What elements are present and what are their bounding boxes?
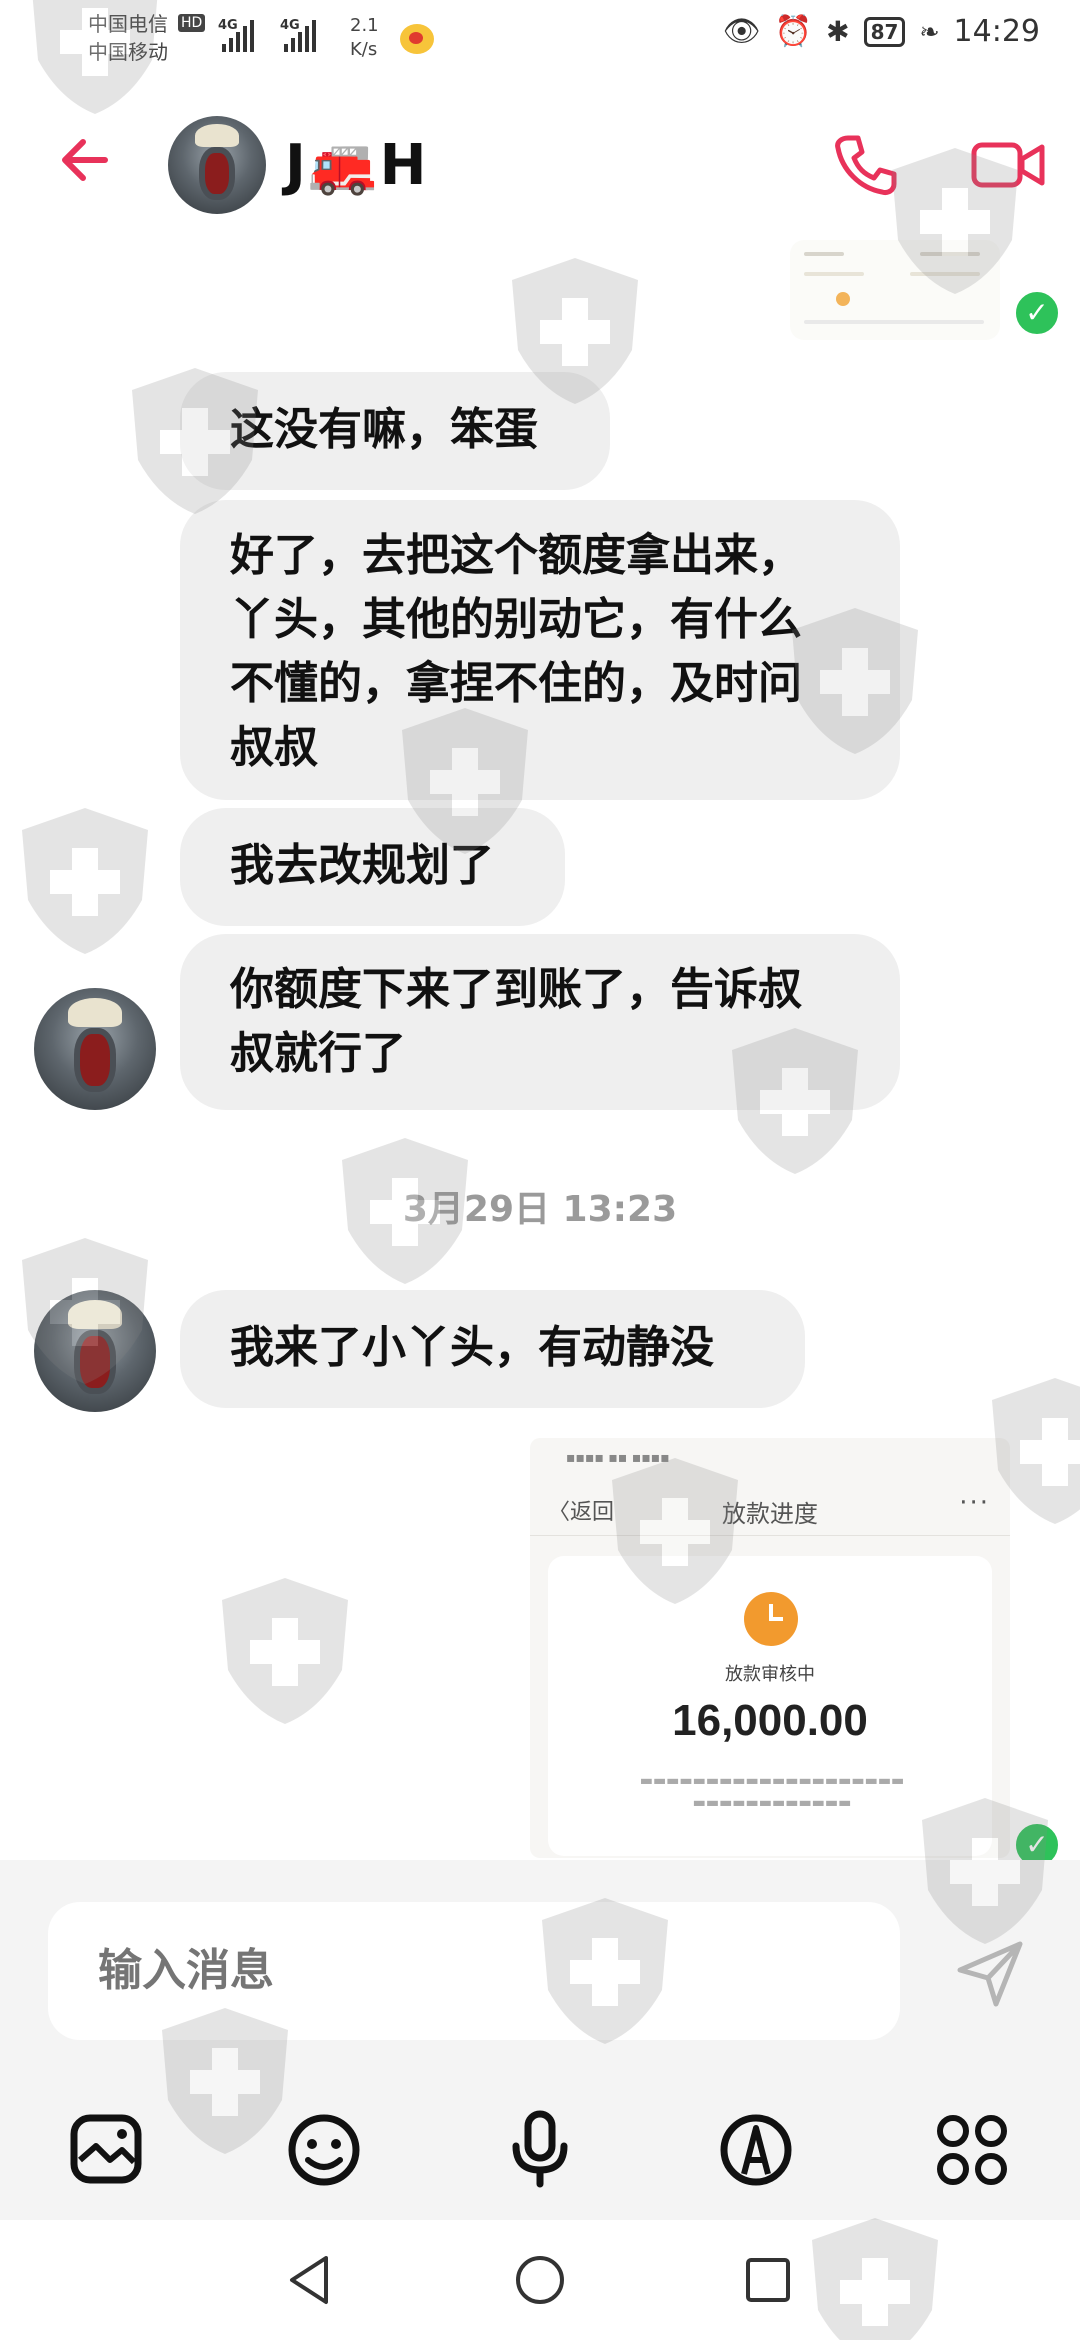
speed-unit: K/s	[350, 39, 378, 60]
sender-avatar[interactable]	[34, 1290, 156, 1412]
nav-home-button[interactable]	[510, 2250, 570, 2310]
message-bubble[interactable]: 你额度下来了到账了，告诉叔 叔就行了	[180, 934, 900, 1110]
hd-badge: HD	[178, 14, 206, 32]
call-button[interactable]	[830, 130, 900, 200]
carrier-info: 中国电信 中国移动	[88, 10, 168, 66]
apps-grid-icon	[937, 2115, 1007, 2185]
screenshot-card: 放款审核中 16,000.00 ▬▬▬▬▬▬▬▬▬▬▬▬▬▬▬▬▬▬▬▬ ▬▬▬▬…	[548, 1556, 992, 1856]
screenshot-status-label: 放款审核中	[725, 1664, 815, 1685]
sent-check-icon: ✓	[1012, 288, 1062, 338]
nav-back-button[interactable]	[280, 2250, 340, 2310]
clock-time: 14:29	[953, 14, 1040, 49]
screenshot-title: 放款进度	[722, 1500, 818, 1528]
message-text: 叔叔	[230, 722, 318, 773]
send-button[interactable]	[950, 1934, 1030, 2014]
screenshot-more: ···	[959, 1488, 990, 1518]
phone-icon	[835, 135, 897, 195]
triangle-back-icon	[290, 2256, 328, 2304]
voice-button[interactable]	[498, 2108, 582, 2192]
message-text: 丫头，其他的别动它，有什么	[230, 594, 802, 645]
message-timestamp: 3月29日 13:23	[402, 1189, 678, 1230]
chat-header: J🚒H	[0, 90, 1080, 240]
message-text: 好了，去把这个额度拿出来，	[230, 530, 802, 581]
more-apps-button[interactable]	[930, 2108, 1014, 2192]
bluetooth-icon: ✱	[826, 15, 850, 48]
message-text: 这没有嘛，笨蛋	[230, 404, 538, 455]
message-bubble[interactable]: 好了，去把这个额度拿出来， 丫头，其他的别动它，有什么 不懂的，拿捏不住的，及时…	[180, 500, 900, 800]
message-text: 我来了小丫头，有动静没	[230, 1322, 714, 1373]
watermark-shield-icon	[222, 1578, 348, 1724]
back-button[interactable]	[55, 130, 115, 190]
arrow-left-icon	[62, 139, 108, 181]
leaf-icon: ❧	[919, 17, 940, 46]
message-text: 你额度下来了到账了，告诉叔	[230, 964, 802, 1015]
signal-icon-2	[284, 18, 316, 52]
status-bar: 中国电信 中国移动 HD 4G 4G 2.1 K/s 👁 ⏰ ✱ 87 ❧ 14…	[0, 0, 1080, 80]
video-call-button[interactable]	[970, 135, 1048, 195]
network-speed: 2.1 K/s	[350, 14, 379, 62]
sender-avatar[interactable]	[34, 988, 156, 1110]
clock-icon	[744, 1592, 798, 1646]
carrier-1: 中国电信	[88, 12, 168, 36]
sent-image-thumbnail[interactable]	[790, 240, 1000, 340]
image-icon	[70, 2114, 142, 2184]
circle-home-icon	[516, 2256, 564, 2304]
smiley-icon	[288, 2114, 360, 2186]
watermark-shield-icon	[22, 808, 148, 954]
alarm-icon: ⏰	[774, 14, 813, 49]
input-toolbar	[0, 2108, 1080, 2208]
weibo-icon	[400, 24, 434, 54]
system-nav-bar	[0, 2220, 1080, 2340]
contact-name: J🚒H	[285, 133, 429, 198]
pen-button[interactable]	[714, 2108, 798, 2192]
send-icon	[957, 1941, 1023, 2007]
input-area	[0, 1860, 1080, 2220]
status-right: 👁 ⏰ ✱ 87 ❧ 14:29	[723, 14, 1040, 49]
microphone-icon	[512, 2110, 568, 2188]
nav-recents-button[interactable]	[738, 2250, 798, 2310]
square-recents-icon	[746, 2258, 790, 2302]
contact-avatar[interactable]	[168, 116, 266, 214]
sent-screenshot-image[interactable]: ▪▪▪▪ ▪▪ ▪▪▪▪ 〈返回 放款进度 ··· 放款审核中 16,000.0…	[530, 1438, 1010, 1858]
signal-icon	[222, 18, 254, 52]
battery-icon: 87	[863, 16, 906, 47]
emoji-button[interactable]	[282, 2108, 366, 2192]
message-bubble[interactable]: 我来了小丫头，有动静没	[180, 1290, 805, 1408]
speed-value: 2.1	[350, 15, 379, 36]
pen-icon	[720, 2114, 792, 2186]
screenshot-nav: 〈返回 放款进度 ···	[530, 1486, 1010, 1536]
message-text: 我去改规划了	[230, 840, 494, 891]
message-text: 不懂的，拿捏不住的，及时问	[230, 658, 802, 709]
carrier-2: 中国移动	[88, 40, 168, 64]
screenshot-note: ▬▬▬▬▬▬▬▬▬▬▬▬▬▬▬▬▬▬▬▬ ▬▬▬▬▬▬▬▬▬▬▬▬	[639, 1773, 905, 1811]
video-camera-icon	[971, 142, 1045, 188]
eye-icon: 👁	[722, 14, 761, 49]
message-text: 叔就行了	[230, 1028, 406, 1079]
message-bubble[interactable]: 我去改规划了	[180, 808, 565, 926]
gallery-button[interactable]	[66, 2108, 150, 2192]
screenshot-amount: 16,000.00	[672, 1696, 868, 1745]
screenshot-status-bar: ▪▪▪▪ ▪▪ ▪▪▪▪	[566, 1450, 670, 1466]
message-bubble[interactable]: 这没有嘛，笨蛋	[180, 372, 610, 490]
message-input[interactable]	[48, 1902, 900, 2040]
